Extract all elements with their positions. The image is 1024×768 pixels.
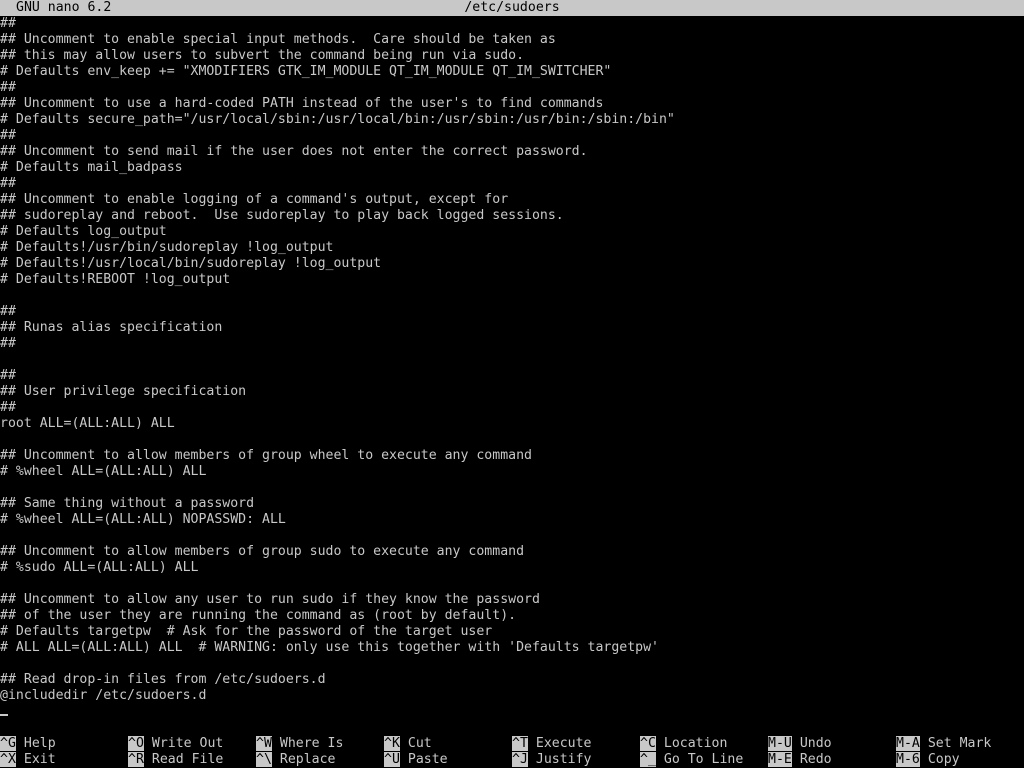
editor-line[interactable] <box>0 432 1024 448</box>
shortcut-key: ^R <box>128 752 144 767</box>
editor-line[interactable]: # %wheel ALL=(ALL:ALL) ALL <box>0 464 1024 480</box>
shortcut-label: Justify <box>535 752 592 767</box>
shortcut-paste[interactable]: ^U Paste <box>384 752 448 768</box>
editor-line[interactable]: ## sudoreplay and reboot. Use sudoreplay… <box>0 208 1024 224</box>
editor-line[interactable]: # Defaults targetpw # Ask for the passwo… <box>0 624 1024 640</box>
shortcut-write-out[interactable]: ^O Write Out <box>128 736 223 752</box>
shortcut-copy[interactable]: M-6 Copy <box>896 752 960 768</box>
shortcut-key: ^_ <box>640 752 656 767</box>
editor-line[interactable] <box>0 576 1024 592</box>
editor-line[interactable]: ## Uncomment to allow members of group s… <box>0 544 1024 560</box>
text-cursor <box>0 714 8 716</box>
shortcut-key: ^T <box>512 736 528 751</box>
editor-line[interactable]: # %wheel ALL=(ALL:ALL) NOPASSWD: ALL <box>0 512 1024 528</box>
shortcut-bar-top: ^G Help ^O Write Out ^W Where Is ^K Cut ^T Execut… <box>0 736 1024 752</box>
editor-line[interactable]: ## <box>0 128 1024 144</box>
editor-line[interactable]: ## Uncomment to allow members of group w… <box>0 448 1024 464</box>
editor-line[interactable]: root ALL=(ALL:ALL) ALL <box>0 416 1024 432</box>
shortcut-label: Paste <box>407 752 448 767</box>
editor-line[interactable]: # Defaults mail_badpass <box>0 160 1024 176</box>
editor-line[interactable]: ## Uncomment to send mail if the user do… <box>0 144 1024 160</box>
editor-text-area[interactable]: ## ## Uncomment to enable special input m… <box>0 16 1024 720</box>
editor-line[interactable] <box>0 480 1024 496</box>
shortcut-label: Set Mark <box>927 736 992 751</box>
editor-line[interactable]: ## Uncomment to enable logging of a comm… <box>0 192 1024 208</box>
editor-line[interactable]: # Defaults log_output <box>0 224 1024 240</box>
shortcut-location[interactable]: ^C Location <box>640 736 727 752</box>
file-path-title: /etc/sudoers <box>464 0 560 15</box>
shortcut-bar-bottom: ^X Exit ^R Read File ^\ Replace ^U Paste ^J Justi… <box>0 752 1024 768</box>
shortcut-label: Go To Line <box>663 752 744 767</box>
shortcut-key: ^C <box>640 736 656 751</box>
editor-line[interactable]: ## <box>0 176 1024 192</box>
shortcut-key: ^\ <box>256 752 272 767</box>
shortcut-key: M-A <box>896 736 920 751</box>
shortcut-key: M-6 <box>896 752 920 767</box>
editor-line[interactable]: ## Same thing without a password <box>0 496 1024 512</box>
shortcut-label: Write Out <box>151 736 224 751</box>
shortcut-label: Help <box>23 736 56 751</box>
shortcut-go-to-line[interactable]: ^_ Go To Line <box>640 752 743 768</box>
editor-line[interactable]: # Defaults!/usr/local/bin/sudoreplay !lo… <box>0 256 1024 272</box>
editor-line[interactable] <box>0 704 1024 720</box>
shortcut-cut[interactable]: ^K Cut <box>384 736 432 752</box>
editor-line[interactable]: ## of the user they are running the comm… <box>0 608 1024 624</box>
editor-line[interactable] <box>0 288 1024 304</box>
editor-line[interactable]: # ALL ALL=(ALL:ALL) ALL # WARNING: only … <box>0 640 1024 656</box>
editor-line[interactable]: @includedir /etc/sudoers.d <box>0 688 1024 704</box>
editor-line[interactable]: ## this may allow users to subvert the c… <box>0 48 1024 64</box>
shortcut-key: ^W <box>256 736 272 751</box>
shortcut-key: ^J <box>512 752 528 767</box>
editor-line[interactable]: ## User privilege specification <box>0 384 1024 400</box>
shortcut-label: Undo <box>799 736 832 751</box>
shortcut-label: Cut <box>407 736 432 751</box>
editor-line[interactable]: # Defaults env_keep += "XMODIFIERS GTK_I… <box>0 64 1024 80</box>
shortcut-undo[interactable]: M-U Undo <box>768 736 832 752</box>
shortcut-read-file[interactable]: ^R Read File <box>128 752 223 768</box>
editor-line[interactable]: ## Read drop-in files from /etc/sudoers.… <box>0 672 1024 688</box>
title-bar: GNU nano 6.2 /etc/sudoers <box>0 0 1024 16</box>
editor-line[interactable]: # Defaults!/usr/bin/sudoreplay !log_outp… <box>0 240 1024 256</box>
shortcut-redo[interactable]: M-E Redo <box>768 752 832 768</box>
editor-line[interactable]: # Defaults secure_path="/usr/local/sbin:… <box>0 112 1024 128</box>
editor-line[interactable]: ## Uncomment to allow any user to run su… <box>0 592 1024 608</box>
editor-line[interactable]: ## <box>0 16 1024 32</box>
editor-line[interactable]: ## <box>0 304 1024 320</box>
editor-line[interactable] <box>0 656 1024 672</box>
shortcut-help[interactable]: ^G Help <box>0 736 56 752</box>
shortcut-key: ^G <box>0 736 16 751</box>
editor-line[interactable]: ## <box>0 400 1024 416</box>
shortcut-label: Copy <box>927 752 960 767</box>
editor-line[interactable]: ## Uncomment to use a hard-coded PATH in… <box>0 96 1024 112</box>
editor-line[interactable]: # %sudo ALL=(ALL:ALL) ALL <box>0 560 1024 576</box>
shortcut-replace[interactable]: ^\ Replace <box>256 752 335 768</box>
shortcut-key: ^U <box>384 752 400 767</box>
shortcut-label: Where Is <box>279 736 344 751</box>
shortcut-label: Exit <box>23 752 56 767</box>
shortcut-key: M-U <box>768 736 792 751</box>
shortcut-label: Read File <box>151 752 224 767</box>
editor-line[interactable]: ## Runas alias specification <box>0 320 1024 336</box>
editor-line[interactable]: ## <box>0 368 1024 384</box>
shortcut-key: ^O <box>128 736 144 751</box>
editor-line[interactable]: # Defaults!REBOOT !log_output <box>0 272 1024 288</box>
editor-line[interactable]: ## <box>0 80 1024 96</box>
shortcut-exit[interactable]: ^X Exit <box>0 752 56 768</box>
shortcut-where-is[interactable]: ^W Where Is <box>256 736 343 752</box>
editor-line[interactable] <box>0 528 1024 544</box>
shortcut-justify[interactable]: ^J Justify <box>512 752 591 768</box>
shortcut-set-mark[interactable]: M-A Set Mark <box>896 736 991 752</box>
shortcut-label: Replace <box>279 752 336 767</box>
shortcut-key: ^X <box>0 752 16 767</box>
editor-line[interactable]: ## <box>0 336 1024 352</box>
shortcut-execute[interactable]: ^T Execute <box>512 736 591 752</box>
shortcut-label: Location <box>663 736 728 751</box>
shortcut-key: M-E <box>768 752 792 767</box>
shortcut-key: ^K <box>384 736 400 751</box>
editor-line[interactable]: ## Uncomment to enable special input met… <box>0 32 1024 48</box>
shortcut-label: Redo <box>799 752 832 767</box>
shortcut-label: Execute <box>535 736 592 751</box>
editor-line[interactable] <box>0 352 1024 368</box>
